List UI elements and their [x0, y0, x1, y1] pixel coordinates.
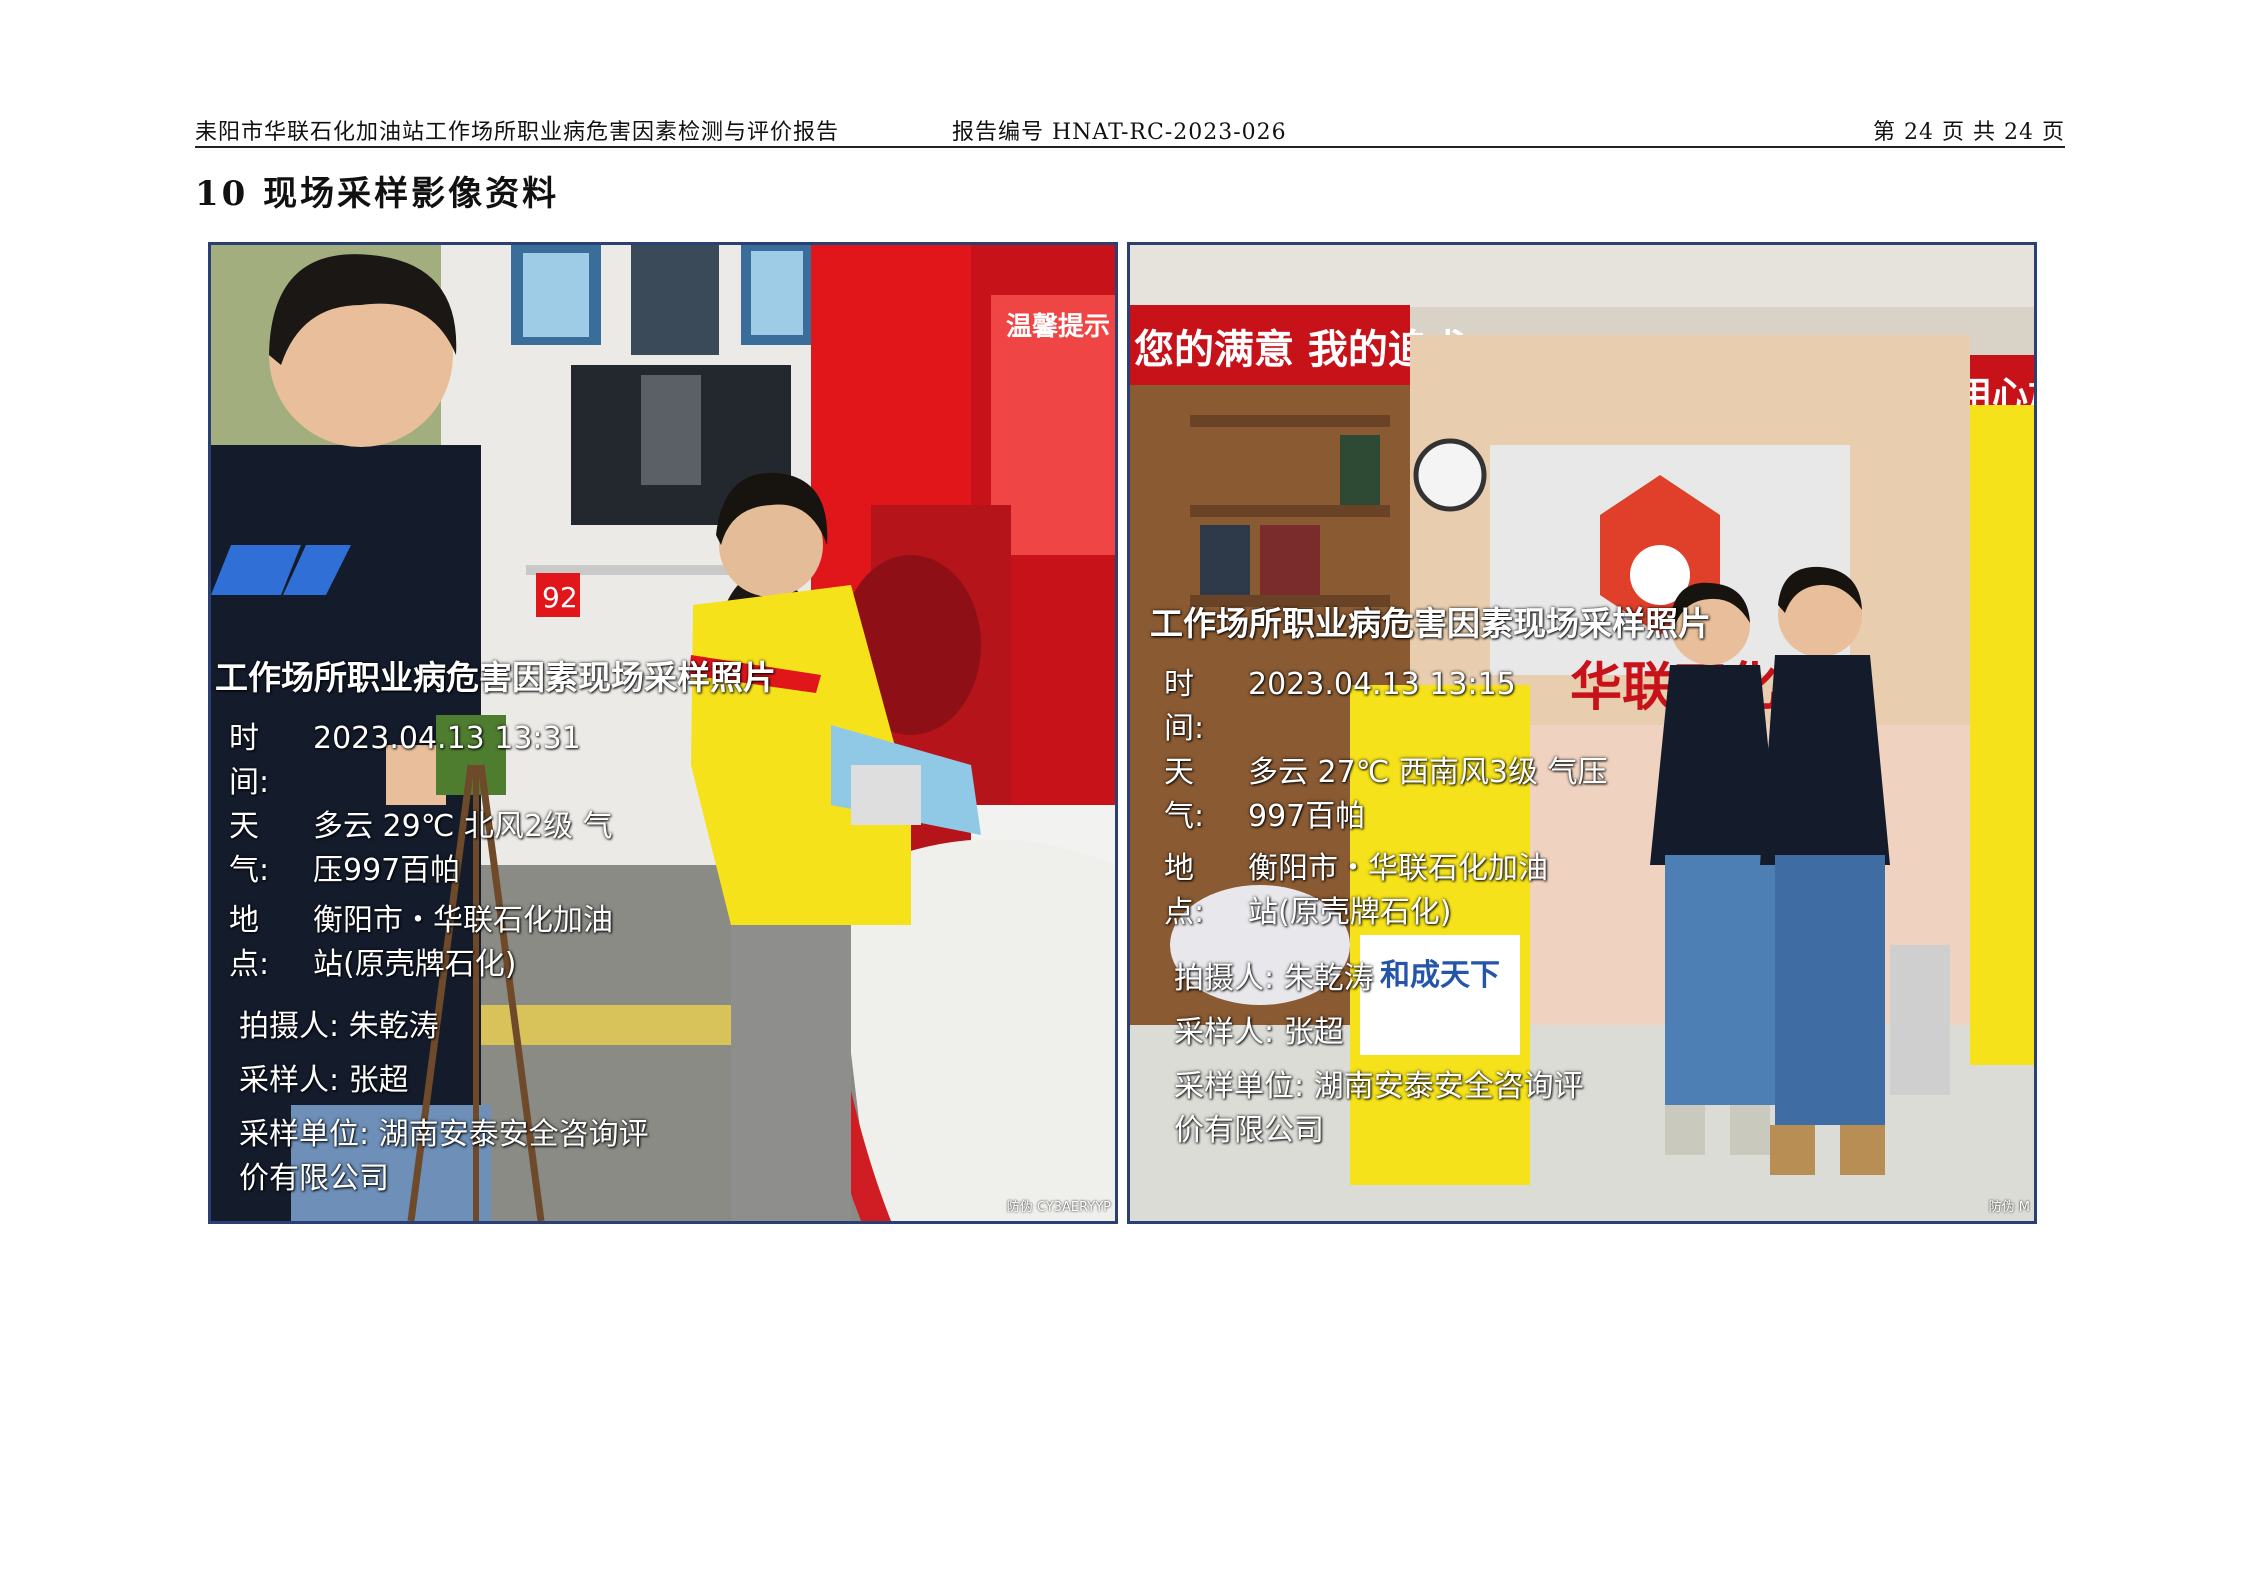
- report-number: 报告编号 HNAT-RC-2023-026: [952, 120, 1287, 145]
- photo-2-watermark: 防伪 M: [1988, 1200, 2030, 1215]
- pump-number: 92: [542, 581, 578, 614]
- time-value: 2023.04.13 13:15: [1248, 667, 1516, 702]
- location-value: 衡阳市・华联石化加油站(原壳牌石化): [313, 903, 613, 982]
- time-value: 2023.04.13 13:31: [313, 721, 581, 756]
- sign-title: 温馨提示: [1006, 312, 1110, 342]
- page-header: 耒阳市华联石化加油站工作场所职业病危害因素检测与评价报告 报告编号 HNAT-R…: [195, 112, 2065, 148]
- overlay-title: 工作场所职业病危害因素现场采样照片: [215, 658, 776, 697]
- location-label: 地 点:: [1164, 851, 1224, 930]
- sampling-unit: 采样单位: 湖南安泰安全咨询评价有限公司: [1174, 1069, 1584, 1148]
- location-value: 衡阳市・华联石化加油站(原壳牌石化): [1248, 851, 1548, 930]
- weather-row: 天 气: 多云 27℃ 西南风3级 气压997百帕: [1164, 751, 1711, 839]
- report-name: 耒阳市华联石化加油站工作场所职业病危害因素检测与评价报告: [195, 120, 840, 145]
- sampling-photo-1: 92 温馨提示 工作场所职业病危害因素现场采样照片 时 间:2023.04.13…: [208, 242, 1118, 1224]
- weather-label: 天 气:: [1164, 755, 1224, 834]
- photo-1-overlay: 工作场所职业病危害因素现场采样照片 时 间: 2023.04.13 13:31 天…: [215, 651, 776, 1201]
- time-row: 时 间: 2023.04.13 13:15: [1164, 663, 1711, 751]
- time-label: 时 间:: [229, 721, 289, 800]
- location-row: 地 点: 衡阳市・华联石化加油站(原壳牌石化): [229, 899, 776, 987]
- photo-2-overlay: 工作场所职业病危害因素现场采样照片 时 间: 2023.04.13 13:15 天…: [1150, 597, 1711, 1153]
- location-label: 地 点:: [229, 903, 289, 982]
- weather-value: 多云 27℃ 西南风3级 气压997百帕: [1248, 755, 1608, 834]
- location-row: 地 点: 衡阳市・华联石化加油站(原壳牌石化): [1164, 847, 1711, 935]
- photo-1-watermark: 防伪 CY3AERYYP: [1006, 1200, 1111, 1215]
- time-row: 时 间: 2023.04.13 13:31: [229, 717, 776, 805]
- section-title: 10 现场采样影像资料: [195, 174, 560, 214]
- weather-label: 天 气:: [229, 809, 289, 888]
- sampling-unit: 采样单位: 湖南安泰安全咨询评价有限公司: [239, 1117, 649, 1196]
- photographer: 拍摄人: 朱乾涛: [239, 1009, 439, 1044]
- time-label: 时 间:: [1164, 667, 1224, 746]
- page-info: 第 24 页 共 24 页: [1873, 120, 2065, 145]
- sampler: 采样人: 张超: [1174, 1015, 1344, 1050]
- overlay-title: 工作场所职业病危害因素现场采样照片: [1150, 604, 1711, 643]
- weather-value: 多云 29℃ 北风2级 气压997百帕: [313, 809, 613, 888]
- sampling-photo-2: 您的满意 我的追求 用心加 华联石化 和成天下: [1127, 242, 2037, 1224]
- sampler: 采样人: 张超: [239, 1063, 409, 1098]
- photographer: 拍摄人: 朱乾涛: [1174, 961, 1374, 996]
- weather-row: 天 气: 多云 29℃ 北风2级 气压997百帕: [229, 805, 776, 893]
